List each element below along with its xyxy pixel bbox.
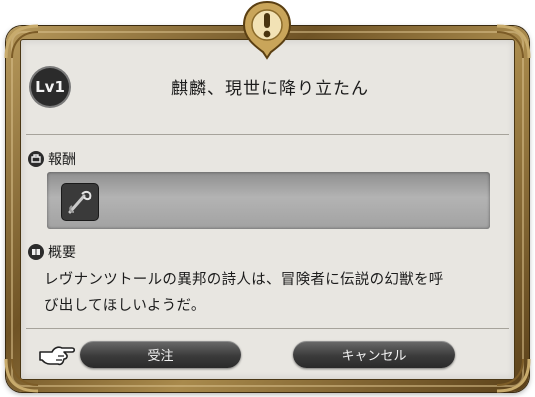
summary-book-icon	[28, 244, 44, 260]
quest-exclamation-icon	[242, 0, 292, 60]
corner-flourish-icon	[496, 358, 531, 393]
summary-line-2: び出してほしいようだ。	[44, 298, 206, 314]
tool-icon	[68, 190, 92, 214]
reward-panel	[47, 172, 490, 229]
quest-summary-text: レヴナンツトールの異邦の詩人は、冒険者に伝説の幻獣を呼 び出してほしいようだ。	[44, 267, 484, 319]
cancel-button[interactable]: キャンセル	[293, 341, 455, 368]
corner-flourish-icon	[496, 24, 531, 59]
summary-line-1: レヴナンツトールの異邦の詩人は、冒険者に伝説の幻獣を呼	[44, 272, 444, 288]
quest-level-badge: Lv1	[31, 68, 69, 106]
summary-label: 概要	[48, 245, 76, 261]
header-divider	[26, 134, 509, 135]
reward-item-slot[interactable]	[61, 183, 99, 221]
reward-section-header: 報酬	[28, 149, 76, 169]
accept-quest-button[interactable]: 受注	[80, 341, 241, 368]
reward-label: 報酬	[48, 152, 76, 168]
corner-flourish-icon	[4, 24, 39, 59]
footer-divider	[26, 328, 509, 329]
quest-title: 麒麟、現世に降り立たん	[171, 79, 369, 99]
reward-bag-icon	[28, 151, 44, 167]
summary-section-header: 概要	[28, 242, 76, 262]
hand-pointer-icon	[39, 346, 76, 366]
